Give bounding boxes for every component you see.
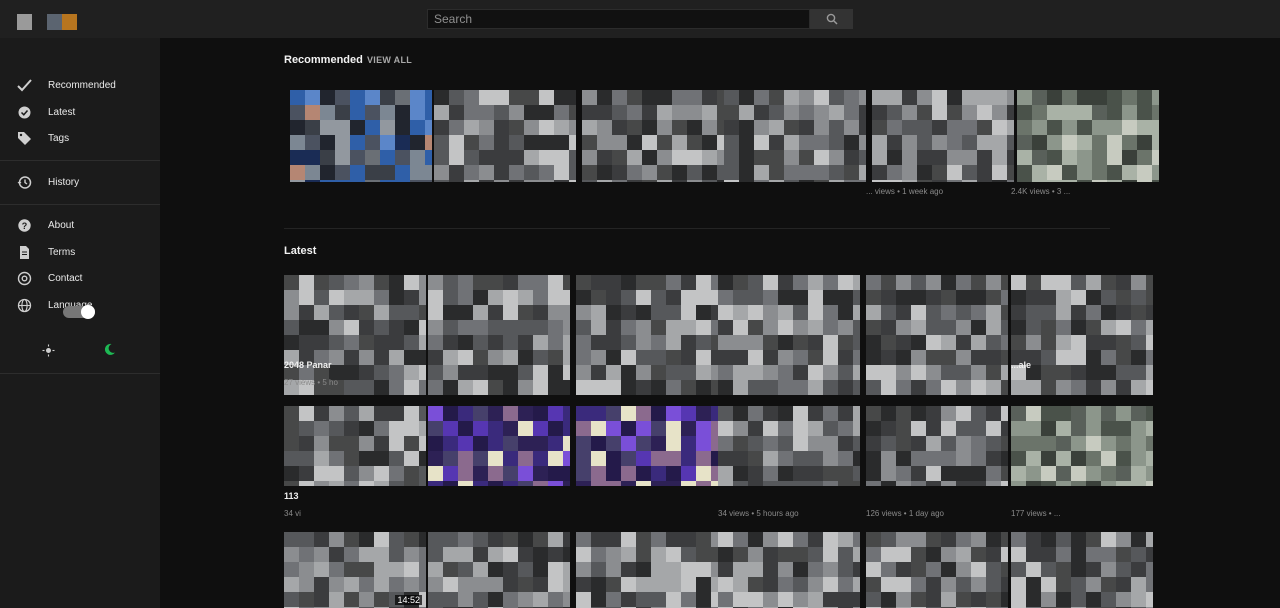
sidebar-item-about[interactable]: ? About bbox=[0, 213, 160, 237]
svg-text:?: ? bbox=[22, 221, 28, 231]
video-thumbnail[interactable] bbox=[866, 532, 1008, 608]
sidebar-item-label: Recommended bbox=[48, 79, 116, 91]
tag-icon bbox=[17, 131, 32, 146]
sidebar-item-latest[interactable]: Latest bbox=[0, 100, 160, 124]
menu-logo-icon[interactable] bbox=[17, 14, 32, 30]
video-meta: 126 views • 1 day ago bbox=[866, 509, 944, 518]
video-thumbnail[interactable] bbox=[866, 275, 1008, 395]
video-meta: ... views • 1 week ago bbox=[866, 187, 944, 196]
video-thumbnail[interactable] bbox=[576, 406, 718, 486]
moon-icon bbox=[104, 343, 115, 355]
video-title[interactable]: 113 bbox=[284, 491, 299, 501]
sidebar-item-label: About bbox=[48, 219, 75, 231]
sidebar: Recommended Latest Tags History ? About … bbox=[0, 38, 160, 608]
video-thumbnail[interactable] bbox=[428, 532, 570, 608]
video-thumbnail[interactable] bbox=[718, 275, 860, 395]
video-thumbnail[interactable] bbox=[434, 90, 576, 182]
video-thumbnail[interactable]: 14:52 bbox=[284, 532, 426, 608]
theme-toggle-knob[interactable] bbox=[81, 305, 95, 319]
section-divider bbox=[284, 228, 1110, 229]
sidebar-divider bbox=[0, 160, 160, 161]
video-thumbnail[interactable] bbox=[428, 406, 570, 486]
search-input[interactable] bbox=[428, 10, 809, 28]
search-icon bbox=[826, 13, 838, 25]
sidebar-item-terms[interactable]: Terms bbox=[0, 240, 160, 264]
sidebar-item-tags[interactable]: Tags bbox=[0, 126, 160, 150]
video-thumbnail[interactable] bbox=[290, 90, 432, 182]
video-meta: 34 vi bbox=[284, 509, 301, 518]
checkmark-icon bbox=[17, 78, 32, 93]
video-thumbnail[interactable] bbox=[724, 90, 866, 182]
video-thumbnail[interactable] bbox=[1011, 406, 1153, 486]
sun-icon bbox=[42, 344, 55, 357]
recommended-title: Recommended bbox=[284, 54, 363, 66]
sidebar-item-contact[interactable]: Contact bbox=[0, 266, 160, 290]
video-thumbnail[interactable] bbox=[718, 406, 860, 486]
latest-title: Latest bbox=[284, 245, 317, 257]
sidebar-item-label: Tags bbox=[48, 132, 70, 144]
video-title[interactable]: 2048 Panar bbox=[284, 360, 332, 370]
video-meta: 177 views • ... bbox=[1011, 509, 1061, 518]
top-bar bbox=[0, 0, 1280, 38]
badge-icon bbox=[17, 105, 32, 120]
at-icon bbox=[17, 271, 32, 286]
video-thumbnail[interactable] bbox=[284, 275, 426, 395]
video-meta: 2.4K views • 3 ... bbox=[1011, 187, 1071, 196]
video-thumbnail[interactable] bbox=[1011, 275, 1153, 395]
video-thumbnail[interactable] bbox=[428, 275, 570, 395]
sidebar-item-history[interactable]: History bbox=[0, 170, 160, 194]
sidebar-item-label: Latest bbox=[48, 106, 76, 118]
sidebar-item-label: Contact bbox=[48, 272, 83, 284]
video-thumbnail[interactable] bbox=[1011, 532, 1153, 608]
video-thumbnail[interactable] bbox=[576, 532, 718, 608]
history-icon bbox=[17, 175, 32, 190]
video-thumbnail[interactable] bbox=[866, 406, 1008, 486]
video-meta: 27 views • 5 ho bbox=[284, 378, 338, 387]
search-button[interactable] bbox=[810, 9, 853, 29]
document-icon bbox=[17, 245, 32, 260]
sidebar-divider bbox=[0, 204, 160, 205]
question-icon: ? bbox=[17, 218, 32, 233]
site-logo[interactable] bbox=[47, 14, 77, 30]
video-thumbnail[interactable] bbox=[582, 90, 724, 182]
video-thumbnail[interactable] bbox=[284, 406, 426, 486]
video-thumbnail[interactable] bbox=[576, 275, 718, 395]
sidebar-item-label: Terms bbox=[48, 246, 76, 258]
sidebar-divider bbox=[0, 373, 160, 374]
video-thumbnail[interactable] bbox=[718, 532, 860, 608]
sidebar-item-recommended[interactable]: Recommended bbox=[0, 73, 160, 97]
sidebar-item-label: History bbox=[48, 176, 80, 188]
video-thumbnail[interactable] bbox=[872, 90, 1014, 182]
video-thumbnail[interactable] bbox=[1017, 90, 1159, 182]
globe-icon bbox=[17, 298, 32, 313]
video-meta: 34 views • 5 hours ago bbox=[718, 509, 799, 518]
video-title[interactable]: ...ale bbox=[1011, 360, 1031, 370]
view-all-link[interactable]: VIEW ALL bbox=[367, 55, 412, 65]
search-field[interactable] bbox=[427, 9, 810, 29]
video-duration: 14:52 bbox=[395, 595, 422, 605]
